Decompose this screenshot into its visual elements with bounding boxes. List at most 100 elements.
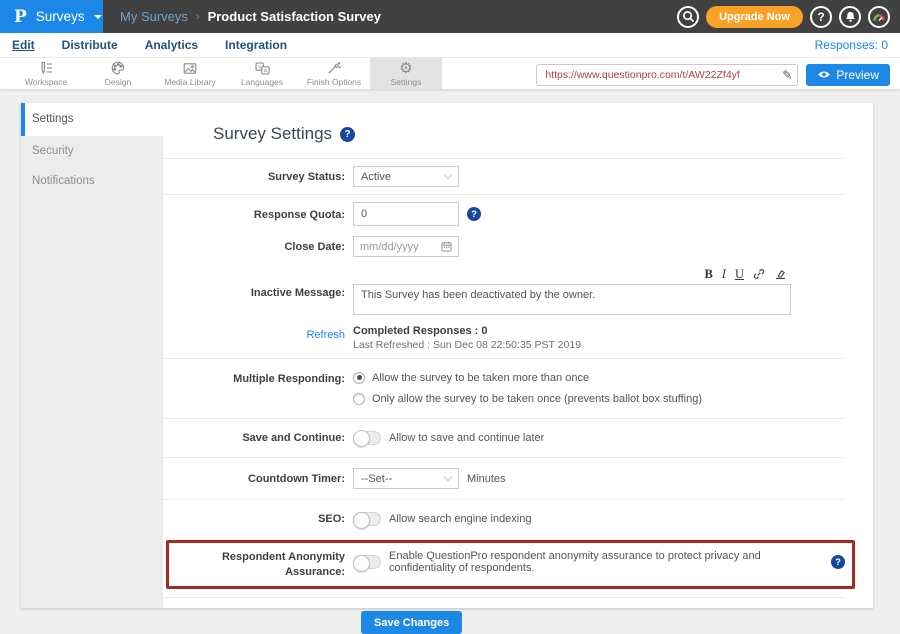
- bold-button[interactable]: B: [704, 268, 712, 281]
- gear-icon: ⚙: [399, 61, 412, 76]
- clear-formatting-icon[interactable]: [774, 268, 787, 280]
- link-icon[interactable]: [753, 268, 765, 280]
- bell-icon: [844, 11, 857, 23]
- countdown-timer-suffix: Minutes: [467, 473, 506, 485]
- preview-button[interactable]: Preview: [806, 64, 890, 86]
- last-refreshed-text: Last Refreshed : Sun Dec 08 22:50:35 PST…: [353, 339, 581, 351]
- tab-label: Languages: [241, 77, 283, 87]
- survey-url-input[interactable]: [545, 69, 778, 81]
- multiple-responding-label: Multiple Responding:: [163, 372, 353, 386]
- responses-count[interactable]: Responses: 0: [815, 38, 888, 52]
- save-and-continue-row: Save and Continue: Allow to save and con…: [163, 418, 845, 457]
- response-quota-input[interactable]: [353, 202, 459, 226]
- response-quota-help-icon[interactable]: ?: [467, 207, 481, 221]
- tab-label: Workspace: [25, 77, 67, 87]
- save-changes-button[interactable]: Save Changes: [361, 611, 462, 634]
- survey-status-value: Active: [361, 171, 391, 183]
- save-and-continue-text: Allow to save and continue later: [389, 432, 544, 444]
- content-area: Settings Security Notifications Survey S…: [0, 90, 900, 608]
- anonymity-row: Respondent Anonymity Assurance: Enable Q…: [163, 540, 845, 589]
- top-navbar: P Surveys My Surveys › Product Satisfact…: [0, 0, 900, 33]
- tab-languages[interactable]: xA Languages: [226, 58, 298, 89]
- sidebar-item-settings[interactable]: Settings: [21, 103, 163, 136]
- svg-text:A: A: [263, 68, 267, 74]
- inactive-message-textarea[interactable]: This Survey has been deactivated by the …: [353, 284, 791, 315]
- settings-main: Survey Settings ? Survey Status: Active …: [163, 103, 873, 608]
- anonymity-help-icon[interactable]: ?: [831, 555, 845, 569]
- save-and-continue-toggle[interactable]: [353, 431, 381, 445]
- radio-option-label: Allow the survey to be taken more than o…: [372, 372, 589, 384]
- search-button[interactable]: [677, 6, 699, 28]
- edit-toolbar: Workspace Design Media Library xA Langua…: [0, 57, 900, 90]
- tab-label: Media Library: [164, 77, 216, 87]
- inactive-message-row: Inactive Message: B I U This Survey has …: [163, 264, 845, 322]
- tab-label: Finish Options: [307, 77, 361, 87]
- radio-option-once-only[interactable]: Only allow the survey to be taken once (…: [353, 393, 702, 405]
- chevron-down-icon: [444, 473, 452, 481]
- tab-media-library[interactable]: Media Library: [154, 58, 226, 89]
- close-date-field[interactable]: [353, 236, 459, 257]
- preview-label: Preview: [836, 68, 879, 82]
- calendar-icon: [441, 241, 452, 252]
- image-icon: [183, 61, 197, 76]
- refresh-link[interactable]: Refresh: [163, 324, 353, 342]
- radio-option-multiple-allowed[interactable]: Allow the survey to be taken more than o…: [353, 372, 702, 384]
- close-date-row: Close Date:: [163, 233, 845, 264]
- upgrade-now-button[interactable]: Upgrade Now: [706, 6, 803, 28]
- sidebar-item-security[interactable]: Security: [21, 136, 163, 166]
- countdown-timer-row: Countdown Timer: --Set-- Minutes: [163, 457, 845, 499]
- multiple-responding-row: Multiple Responding: Allow the survey to…: [163, 358, 845, 418]
- survey-status-label: Survey Status:: [163, 166, 353, 184]
- anonymity-toggle[interactable]: [353, 555, 381, 569]
- breadcrumb-my-surveys[interactable]: My Surveys: [120, 9, 188, 24]
- survey-status-select[interactable]: Active: [353, 166, 459, 187]
- magic-wand-icon: [327, 61, 341, 76]
- settings-card: Settings Security Notifications Survey S…: [21, 103, 873, 608]
- nav-tab-integration[interactable]: Integration: [225, 38, 287, 52]
- nav-tab-distribute[interactable]: Distribute: [62, 38, 118, 52]
- seo-row: SEO: Allow search engine indexing: [163, 499, 845, 536]
- search-icon: [682, 10, 695, 23]
- tab-label: Settings: [391, 77, 422, 87]
- close-date-label: Close Date:: [163, 236, 353, 254]
- edit-url-icon[interactable]: ✎: [778, 68, 792, 82]
- page-title-row: Survey Settings ?: [163, 103, 845, 158]
- toolbar-right: ✎ Preview: [536, 58, 890, 91]
- response-quota-label: Response Quota:: [163, 202, 353, 222]
- tab-finish-options[interactable]: Finish Options: [298, 58, 370, 89]
- sidebar-item-notifications[interactable]: Notifications: [21, 166, 163, 196]
- tab-settings[interactable]: ⚙ Settings: [370, 58, 442, 89]
- chevron-down-icon: [94, 15, 102, 19]
- radio-option-label: Only allow the survey to be taken once (…: [372, 393, 702, 405]
- countdown-timer-value: --Set--: [361, 473, 392, 485]
- survey-settings-help-icon[interactable]: ?: [340, 127, 355, 142]
- seo-toggle[interactable]: [353, 512, 381, 526]
- nav-tab-analytics[interactable]: Analytics: [145, 38, 198, 52]
- radio-unselected-icon: [353, 393, 365, 405]
- notifications-button[interactable]: [839, 6, 861, 28]
- tab-label: Design: [105, 77, 131, 87]
- richtext-toolbar: B I U: [353, 268, 791, 284]
- breadcrumb-current-survey: Product Satisfaction Survey: [208, 9, 381, 24]
- workspace-icon: [39, 61, 53, 76]
- italic-button[interactable]: I: [722, 268, 726, 281]
- nav-tab-edit[interactable]: Edit: [12, 38, 35, 52]
- survey-url-field[interactable]: ✎: [536, 64, 798, 86]
- anonymity-label: Respondent Anonymity Assurance:: [163, 550, 353, 579]
- eye-icon: [817, 70, 831, 79]
- questionpro-logo: P: [14, 7, 27, 27]
- help-button[interactable]: ?: [810, 6, 832, 28]
- response-quota-row: Response Quota: ?: [163, 194, 845, 233]
- tab-workspace[interactable]: Workspace: [10, 58, 82, 89]
- survey-section-nav: Edit Distribute Analytics Integration Re…: [0, 33, 900, 57]
- tab-design[interactable]: Design: [82, 58, 154, 89]
- account-gauge-button[interactable]: [868, 6, 890, 28]
- translate-icon: xA: [255, 61, 270, 76]
- design-icon: [111, 61, 125, 76]
- underline-button[interactable]: U: [735, 268, 744, 281]
- close-date-input[interactable]: [360, 241, 432, 253]
- product-name: Surveys: [36, 9, 85, 24]
- app-menu-surveys[interactable]: P Surveys: [0, 0, 103, 33]
- inactive-message-label: Inactive Message:: [163, 268, 353, 300]
- countdown-timer-select[interactable]: --Set--: [353, 468, 459, 489]
